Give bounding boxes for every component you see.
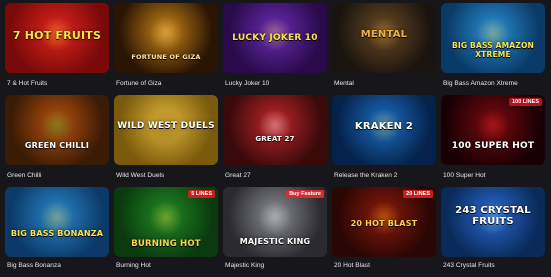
game-logo-text: MENTAL [360, 29, 408, 40]
game-tile-mental[interactable]: MENTAL [332, 3, 436, 73]
game-tile-great-27[interactable]: GREAT 27 [223, 95, 327, 165]
game-caption[interactable]: 7 & Hot Fruits [5, 73, 109, 95]
game-artwork-emblem [149, 17, 183, 51]
game-logo-text: 7 HOT FRUITS [12, 29, 102, 42]
game-tile-lucky-joker-10[interactable]: LUCKY JOKER 10 [223, 3, 327, 73]
game-caption[interactable]: 20 Hot Blast [332, 257, 436, 277]
game-tile-majestic-king[interactable]: MAJESTIC KING Buy Feature [223, 187, 327, 257]
game-tile-release-the-kraken-2[interactable]: KRAKEN 2 [332, 95, 436, 165]
game-tile-243-crystal-fruits[interactable]: 243 CRYSTAL FRUITS [441, 187, 545, 257]
game-caption[interactable]: Fortune of Giza [114, 73, 218, 95]
game-grid: 7 HOT FRUITS FORTUNE OF GIZA LUCKY JOKER… [5, 3, 547, 277]
game-logo-text: 20 HOT BLAST [350, 219, 418, 228]
game-logo-text: BIG BASS BONANZA [10, 229, 104, 238]
game-logo-text: GREAT 27 [255, 135, 295, 143]
game-tile-20-hot-blast[interactable]: 20 HOT BLAST 20 LINES [332, 187, 436, 257]
game-caption[interactable]: Big Bass Bonanza [5, 257, 109, 277]
game-artwork-emblem [476, 109, 510, 143]
game-artwork-emblem [258, 201, 292, 235]
game-caption[interactable]: Big Bass Amazon Xtreme [441, 73, 545, 95]
game-logo-text: WILD WEST DUELS [117, 121, 215, 131]
game-artwork-emblem [149, 201, 183, 235]
game-logo-text: GREEN CHILLI [24, 141, 90, 150]
game-lines-badge: 20 LINES [403, 190, 433, 198]
game-tile-wild-west-duels[interactable]: WILD WEST DUELS [114, 95, 218, 165]
game-tile-big-bass-bonanza[interactable]: BIG BASS BONANZA [5, 187, 109, 257]
game-caption[interactable]: Mental [332, 73, 436, 95]
game-lines-badge: Buy Feature [286, 190, 324, 198]
game-lines-badge: 100 LINES [509, 98, 542, 106]
game-artwork-emblem [40, 109, 74, 143]
game-caption[interactable]: 100 Super Hot [441, 165, 545, 187]
game-caption[interactable]: Majestic King [223, 257, 327, 277]
game-logo-text: MAJESTIC KING [239, 237, 311, 246]
game-caption[interactable]: Wild West Duels [114, 165, 218, 187]
game-logo-text: KRAKEN 2 [354, 121, 414, 132]
game-logo-text: BURNING HOT [131, 239, 201, 249]
game-lines-badge: 5 LINES [188, 190, 215, 198]
game-logo-text: 100 SUPER HOT [451, 141, 535, 151]
game-tile-big-bass-amazon-xtreme[interactable]: BIG BASS AMAZON XTREME [441, 3, 545, 73]
game-tile-green-chilli[interactable]: GREEN CHILLI [5, 95, 109, 165]
game-caption[interactable]: Great 27 [223, 165, 327, 187]
game-tile-7-hot-fruits[interactable]: 7 HOT FRUITS [5, 3, 109, 73]
game-logo-text: LUCKY JOKER 10 [232, 33, 318, 43]
game-logo-text: BIG BASS AMAZON XTREME [451, 41, 535, 59]
game-caption[interactable]: Burning Hot [114, 257, 218, 277]
game-caption[interactable]: Lucky Joker 10 [223, 73, 327, 95]
game-caption[interactable]: 243 Crystal Fruits [441, 257, 545, 277]
game-logo-text: FORTUNE OF GIZA [131, 53, 201, 61]
game-tile-100-super-hot[interactable]: 100 SUPER HOT 100 LINES [441, 95, 545, 165]
game-tile-fortune-of-giza[interactable]: FORTUNE OF GIZA [114, 3, 218, 73]
game-logo-text: 243 CRYSTAL FRUITS [455, 205, 531, 227]
game-caption[interactable]: Release the Kraken 2 [332, 165, 436, 187]
game-tile-burning-hot[interactable]: BURNING HOT 5 LINES [114, 187, 218, 257]
game-artwork-emblem [367, 201, 401, 235]
game-caption[interactable]: Green Chilli [5, 165, 109, 187]
